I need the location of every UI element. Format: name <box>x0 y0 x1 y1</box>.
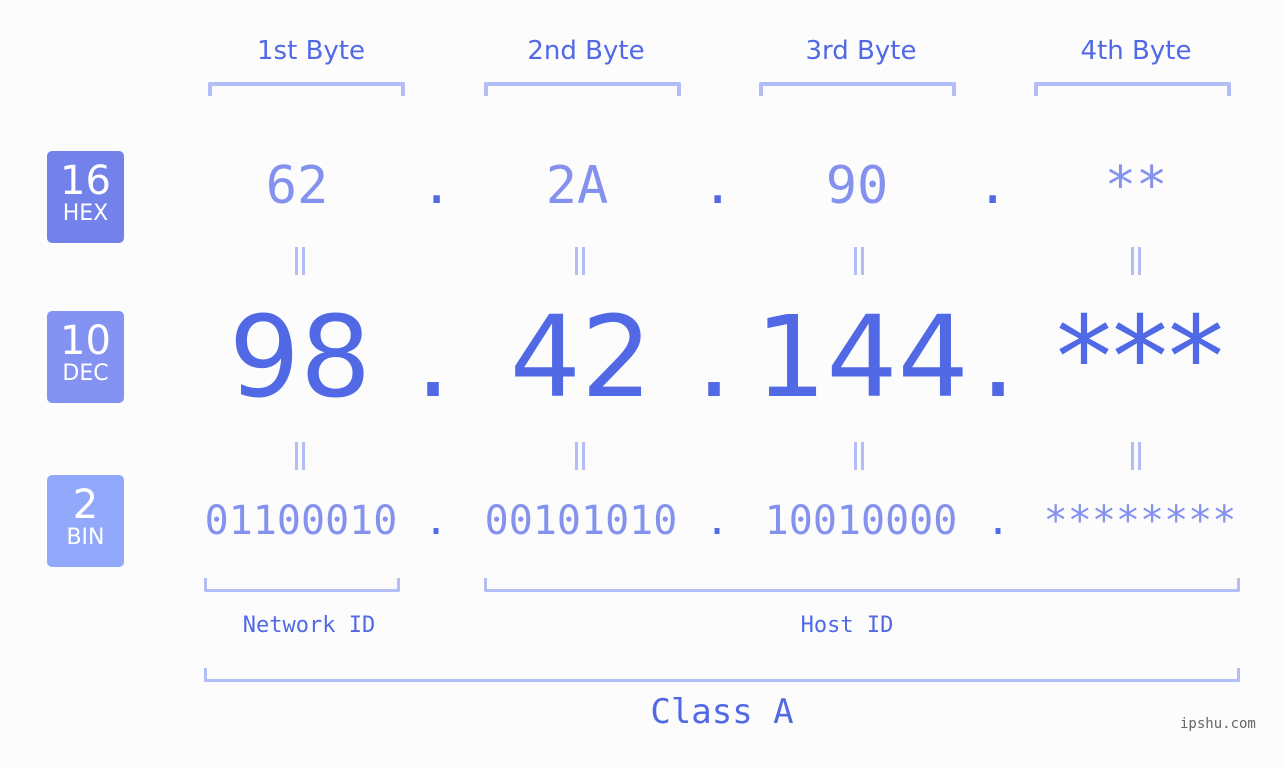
dec-byte-1: 98 <box>228 293 372 423</box>
hex-badge-label: HEX <box>62 201 109 226</box>
dec-badge-label: DEC <box>62 361 109 386</box>
bin-separator-3: . <box>985 498 1011 544</box>
bin-separator-2: . <box>704 498 730 544</box>
bin-byte-2: 00101010 <box>484 498 678 544</box>
dec-separator-1: . <box>415 293 451 423</box>
byte-header-3: 3rd Byte <box>805 36 917 66</box>
equals-icon <box>849 247 869 281</box>
byte-bracket-4 <box>1034 82 1231 96</box>
byte-bracket-2 <box>484 82 681 96</box>
equals-icon <box>570 442 590 476</box>
equals-icon <box>849 442 869 476</box>
host-id-label: Host ID <box>800 613 894 638</box>
network-id-label: Network ID <box>242 613 376 638</box>
ip-class-label: Class A <box>650 692 794 732</box>
hex-separator-3: . <box>977 156 1009 216</box>
byte-bracket-3 <box>759 82 956 96</box>
hex-byte-4: ** <box>1104 156 1168 216</box>
class-bracket <box>204 668 1240 682</box>
hex-badge-number: 16 <box>60 158 111 204</box>
bin-byte-1: 01100010 <box>204 498 398 544</box>
dec-badge-number: 10 <box>60 318 111 364</box>
byte-bracket-1 <box>208 82 405 96</box>
bin-separator-1: . <box>423 498 449 544</box>
bin-byte-4: ******** <box>1043 498 1237 544</box>
byte-header-1: 1st Byte <box>257 36 365 66</box>
byte-header-4: 4th Byte <box>1080 36 1192 66</box>
bin-badge: 2 BIN <box>47 475 124 567</box>
dec-badge: 10 DEC <box>47 311 124 403</box>
dec-separator-3: . <box>980 293 1016 423</box>
hex-separator-2: . <box>702 156 734 216</box>
equals-icon <box>1126 247 1146 281</box>
dec-separator-2: . <box>696 293 732 423</box>
hex-byte-3: 90 <box>825 156 889 216</box>
dec-byte-4: *** <box>1056 293 1224 423</box>
equals-icon <box>290 247 310 281</box>
equals-icon <box>1126 442 1146 476</box>
equals-icon <box>570 247 590 281</box>
bin-badge-label: BIN <box>66 525 105 550</box>
hex-byte-1: 62 <box>265 156 329 216</box>
bin-badge-number: 2 <box>72 482 99 528</box>
byte-header-2: 2nd Byte <box>527 36 645 66</box>
hex-badge: 16 HEX <box>47 151 124 243</box>
watermark: ipshu.com <box>1180 716 1256 732</box>
host-id-bracket <box>484 578 1240 592</box>
dec-byte-2: 42 <box>509 293 653 423</box>
hex-separator-1: . <box>421 156 453 216</box>
hex-byte-2: 2A <box>545 156 609 216</box>
equals-icon <box>290 442 310 476</box>
dec-byte-3: 144 <box>755 293 969 423</box>
bin-byte-3: 10010000 <box>764 498 958 544</box>
network-id-bracket <box>204 578 400 592</box>
